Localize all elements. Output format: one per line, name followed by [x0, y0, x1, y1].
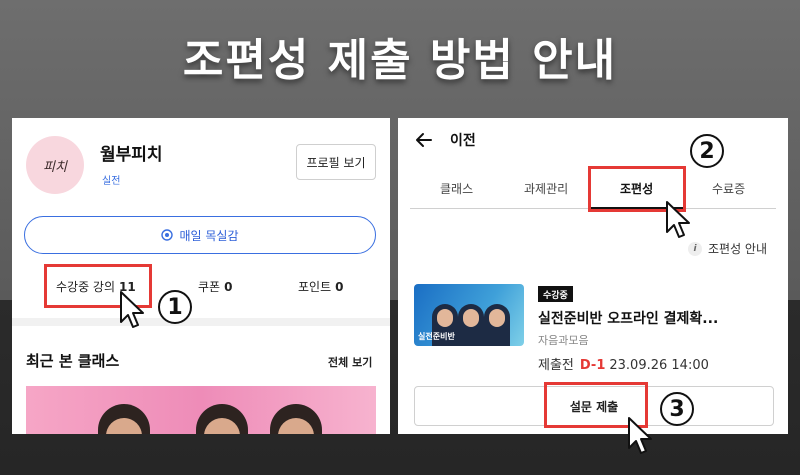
avatar-text: 피치	[43, 159, 67, 175]
person-image	[484, 304, 510, 346]
thumbnail-caption: 실전준비반	[418, 332, 455, 341]
dday-badge: D-1	[579, 358, 606, 373]
my-page-panel: 피치 월부피치 실전 프로필 보기 매일 목실감 수강중 강의 11 쿠폰 0 포인…	[12, 118, 390, 434]
page-headline: 조편성 제출 방법 안내	[182, 35, 618, 86]
level-badge: 실전	[102, 176, 121, 187]
class-detail-panel: 이전 클래스 과제관리 조편성 수료증 i 조편성 안내 실전준비반 수강중 실…	[398, 118, 788, 434]
tab-classes[interactable]: 클래스	[440, 180, 473, 197]
see-all-link[interactable]: 전체 보기	[328, 354, 372, 370]
cursor-pointer-icon	[628, 417, 652, 454]
person-image	[98, 404, 150, 434]
tab-assignments[interactable]: 과제관리	[524, 180, 568, 197]
info-icon: i	[688, 241, 702, 256]
course-title[interactable]: 실전준비반 오프라인 결제확...	[538, 308, 718, 328]
stat-point-value: 0	[335, 280, 344, 294]
profile-view-button[interactable]: 프로필 보기	[296, 144, 376, 180]
avatar[interactable]: 피치	[26, 136, 84, 194]
recent-classes-title: 최근 본 클래스	[26, 352, 120, 370]
cursor-pointer-icon	[666, 201, 690, 238]
status-badge: 수강중	[538, 286, 573, 302]
course-thumbnail[interactable]: 실전준비반	[414, 284, 524, 346]
person-image	[196, 404, 248, 434]
target-icon	[161, 229, 174, 241]
stat-coupon-label: 쿠폰	[198, 280, 221, 294]
step-marker-3: 3	[660, 392, 694, 426]
course-subtitle: 자음과모음	[538, 334, 589, 347]
person-image	[270, 404, 322, 434]
stat-point-label: 포인트	[298, 280, 332, 294]
step-marker-2: 2	[690, 134, 724, 168]
username: 월부피치	[100, 145, 163, 165]
deadline-datetime: 23.09.26 14:00	[609, 358, 709, 373]
daily-gratitude-button[interactable]: 매일 목실감	[24, 216, 376, 254]
person-image	[458, 304, 484, 346]
tab-certificate[interactable]: 수료증	[712, 180, 745, 197]
back-arrow-icon[interactable]	[414, 130, 434, 150]
deadline-row: 제출전 D-1 23.09.26 14:00	[538, 354, 709, 373]
stat-coupon-value: 0	[224, 280, 233, 294]
group-info-link[interactable]: i 조편성 안내	[688, 240, 767, 257]
stat-coupon[interactable]: 쿠폰 0	[198, 278, 232, 295]
daily-gratitude-label: 매일 목실감	[179, 228, 239, 243]
back-label[interactable]: 이전	[450, 130, 476, 150]
stat-point[interactable]: 포인트 0	[298, 278, 343, 295]
deadline-status: 제출전	[538, 358, 574, 373]
group-info-label: 조편성 안내	[708, 242, 768, 256]
step-marker-1: 1	[158, 290, 192, 324]
section-divider	[12, 318, 390, 326]
class-banner[interactable]	[26, 386, 376, 434]
cursor-pointer-icon	[120, 291, 144, 328]
